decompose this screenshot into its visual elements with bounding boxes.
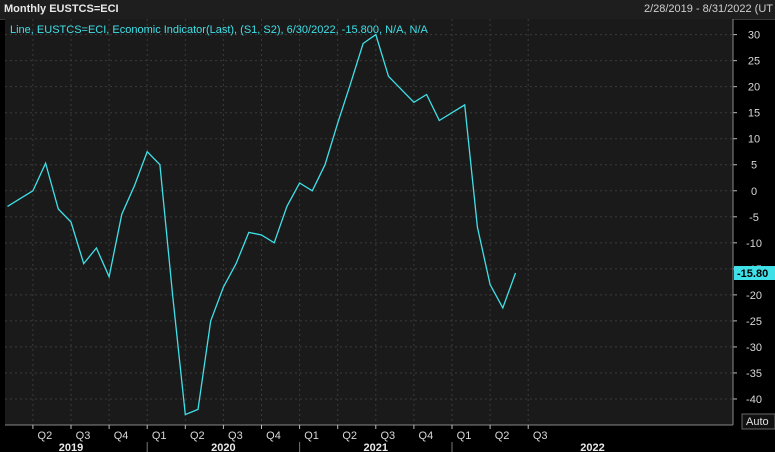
data-point bbox=[184, 413, 187, 416]
quarter-tick-label: Q4 bbox=[419, 430, 434, 442]
chart-header: Monthly EUSTCS=ECI 2/28/2019 - 8/31/2022… bbox=[0, 0, 775, 20]
last-value-marker: -15.80 bbox=[734, 266, 775, 281]
year-tick-label: 2021 bbox=[364, 442, 388, 452]
data-point bbox=[362, 42, 365, 45]
data-point bbox=[387, 75, 390, 78]
y-tick-label: 20 bbox=[748, 82, 760, 94]
y-axis: 302520151050-5-10-15-20-25-30-35-40 bbox=[732, 19, 762, 425]
data-point bbox=[209, 319, 212, 322]
data-point bbox=[260, 233, 263, 236]
data-point bbox=[298, 181, 301, 184]
quarter-tick-label: Q2 bbox=[38, 430, 53, 442]
y-tick-label: 30 bbox=[748, 30, 760, 42]
data-point bbox=[273, 241, 276, 244]
quarter-tick-label: Q3 bbox=[228, 430, 243, 442]
y-tick-label: 15 bbox=[748, 108, 760, 120]
data-point bbox=[285, 205, 288, 208]
quarter-tick-label: Q3 bbox=[533, 430, 548, 442]
data-point bbox=[95, 246, 98, 249]
data-point bbox=[311, 189, 314, 192]
quarter-tick-label: Q1 bbox=[152, 430, 167, 442]
data-point bbox=[171, 293, 174, 296]
data-point bbox=[463, 103, 466, 106]
data-point bbox=[133, 184, 136, 187]
quarter-tick-label: Q1 bbox=[457, 430, 472, 442]
data-point bbox=[222, 285, 225, 288]
year-tick-label: 2022 bbox=[580, 442, 604, 452]
data-point bbox=[57, 207, 60, 210]
data-point bbox=[450, 111, 453, 114]
data-point bbox=[247, 231, 250, 234]
data-point bbox=[514, 271, 517, 274]
quarter-tick-label: Q4 bbox=[266, 430, 281, 442]
quarter-tick-label: Q3 bbox=[380, 430, 395, 442]
data-point bbox=[31, 189, 34, 192]
year-tick-label: 2019 bbox=[59, 442, 83, 452]
quarter-tick-label: Q4 bbox=[114, 430, 129, 442]
data-point bbox=[44, 162, 47, 165]
y-tick-label: -40 bbox=[746, 394, 762, 406]
data-point bbox=[19, 197, 22, 200]
quarter-tick-label: Q2 bbox=[495, 430, 510, 442]
quarter-tick-label: Q1 bbox=[304, 430, 319, 442]
data-point bbox=[489, 283, 492, 286]
data-point bbox=[120, 213, 123, 216]
data-point bbox=[438, 119, 441, 122]
y-tick-label: -20 bbox=[746, 290, 762, 302]
y-tick-label: -10 bbox=[746, 238, 762, 250]
line-chart[interactable]: 302520151050-5-10-15-20-25-30-35-40 Q2Q3… bbox=[0, 19, 775, 452]
y-tick-label: -5 bbox=[749, 212, 759, 224]
plot-area bbox=[5, 19, 733, 425]
series-legend: Line, EUSTCS=ECI, Economic Indicator(Las… bbox=[10, 24, 429, 36]
data-point bbox=[425, 93, 428, 96]
quarter-tick-label: Q2 bbox=[190, 430, 205, 442]
y-tick-label: -35 bbox=[746, 368, 762, 380]
data-point bbox=[196, 408, 199, 411]
last-value-label: -15.80 bbox=[737, 268, 768, 280]
data-point bbox=[349, 82, 352, 85]
data-point bbox=[235, 262, 238, 265]
data-point bbox=[336, 122, 339, 125]
data-point bbox=[158, 163, 161, 166]
y-tick-label: 5 bbox=[751, 160, 757, 172]
data-point bbox=[323, 163, 326, 166]
data-point bbox=[501, 306, 504, 309]
y-tick-label: 0 bbox=[751, 186, 757, 198]
data-point bbox=[374, 33, 377, 36]
y-tick-label: 25 bbox=[748, 56, 760, 68]
date-range[interactable]: 2/28/2019 - 8/31/2022 (UT bbox=[644, 3, 773, 15]
data-point bbox=[412, 101, 415, 104]
data-point bbox=[146, 150, 149, 153]
data-point bbox=[6, 205, 9, 208]
y-tick-label: -30 bbox=[746, 342, 762, 354]
data-point bbox=[400, 88, 403, 91]
data-point bbox=[69, 220, 72, 223]
quarter-tick-label: Q2 bbox=[342, 430, 357, 442]
data-point bbox=[476, 226, 479, 229]
data-point bbox=[82, 262, 85, 265]
auto-scale-control[interactable]: Auto bbox=[741, 413, 775, 430]
x-axis: Q2 Q3 Q4 Q1 Q2 Q3 Q4 Q1 Q2 Q3 Q4 Q1 Q2 Q32019 2020 2021… bbox=[5, 424, 733, 452]
y-tick-label: -25 bbox=[746, 316, 762, 328]
auto-label: Auto bbox=[746, 416, 769, 428]
quarter-tick-label: Q3 bbox=[76, 430, 91, 442]
y-tick-label: 10 bbox=[748, 134, 760, 146]
year-tick-label: 2020 bbox=[211, 442, 235, 452]
chart-title: Monthly EUSTCS=ECI bbox=[4, 3, 119, 15]
data-point bbox=[108, 275, 111, 278]
